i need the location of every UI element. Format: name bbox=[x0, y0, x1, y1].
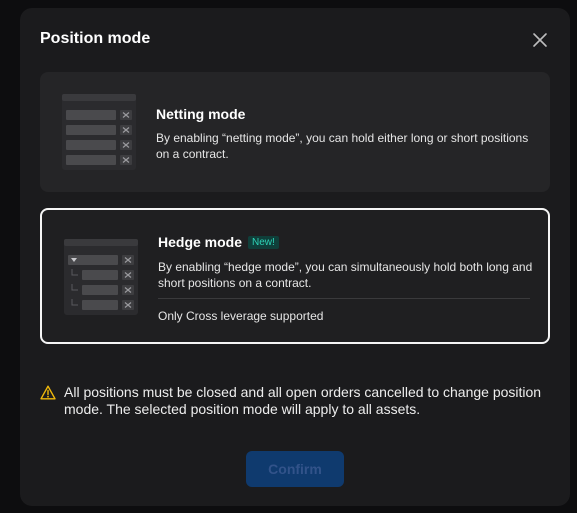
position-mode-dialog: Position mode Netting mode By enabling “… bbox=[20, 8, 570, 506]
hedge-mode-title-row: Hedge mode New! bbox=[158, 234, 279, 250]
dialog-title: Position mode bbox=[40, 30, 151, 47]
hedge-divider bbox=[158, 298, 530, 299]
warning-text: All positions must be closed and all ope… bbox=[64, 384, 542, 417]
netting-mode-description: By enabling “netting mode”, you can hold… bbox=[156, 131, 529, 161]
netting-illustration-icon bbox=[62, 94, 136, 175]
netting-mode-title: Netting mode bbox=[156, 106, 246, 122]
confirm-button[interactable]: Confirm bbox=[246, 451, 344, 487]
hedge-mode-description: By enabling “hedge mode”, you can simult… bbox=[158, 260, 533, 290]
new-badge: New! bbox=[248, 236, 279, 249]
hedge-mode-option[interactable]: Hedge mode New! By enabling “hedge mode”,… bbox=[40, 208, 550, 344]
hedge-illustration-icon bbox=[64, 239, 138, 320]
hedge-mode-note: Only Cross leverage supported bbox=[158, 309, 324, 323]
netting-mode-option[interactable]: Netting mode By enabling “netting mode”,… bbox=[40, 72, 550, 192]
close-icon[interactable] bbox=[530, 30, 550, 50]
warning-icon bbox=[40, 385, 56, 405]
hedge-mode-title: Hedge mode bbox=[158, 234, 243, 250]
